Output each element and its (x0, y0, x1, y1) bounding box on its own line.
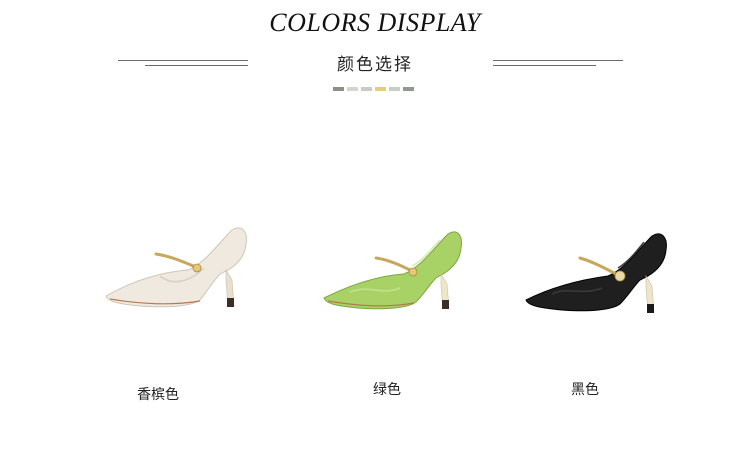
champagne-shoe-image[interactable] (100, 220, 250, 315)
black-shoe-image[interactable] (522, 230, 670, 318)
swatch-4 (375, 87, 386, 91)
green-label: 绿色 (373, 382, 401, 398)
champagne-label: 香槟色 (137, 387, 179, 403)
color-swatches (333, 87, 414, 91)
swatch-1 (333, 87, 344, 91)
right-rule-top (493, 60, 623, 61)
black-label: 黑色 (571, 382, 599, 398)
page-title: COLORS DISPLAY (269, 8, 481, 37)
right-rule-bottom (493, 65, 596, 66)
swatch-3 (361, 87, 372, 91)
swatch-6 (403, 87, 414, 91)
swatch-5 (389, 87, 400, 91)
page-subtitle: 颜色选择 (337, 55, 413, 75)
swatch-2 (347, 87, 358, 91)
green-shoe-image[interactable] (320, 226, 465, 316)
